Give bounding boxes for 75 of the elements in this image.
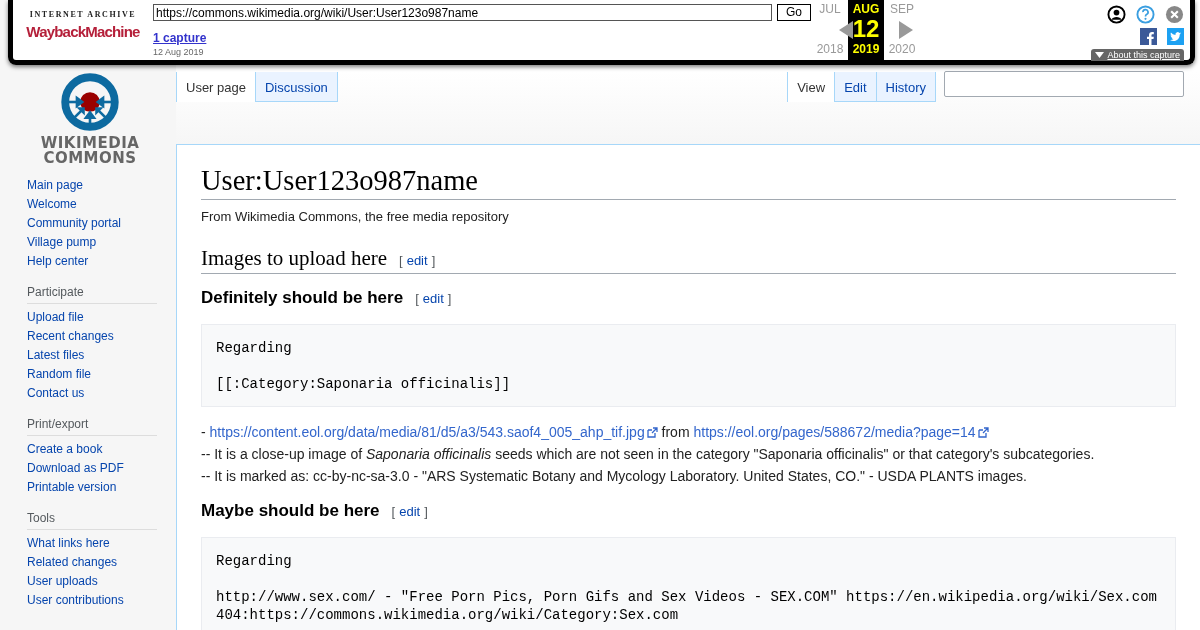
user-icon[interactable] bbox=[1107, 5, 1126, 24]
close-icon[interactable] bbox=[1165, 5, 1184, 24]
sidebar-link[interactable]: Help center bbox=[27, 252, 89, 271]
edit-bracket: [ bbox=[399, 253, 403, 268]
sidebar-heading: Tools bbox=[27, 511, 157, 530]
next-arrow-icon[interactable] bbox=[899, 21, 913, 39]
edit-bracket: [ bbox=[415, 291, 419, 306]
calendar-month: AUG bbox=[852, 2, 880, 16]
view-tab[interactable]: History bbox=[876, 72, 936, 102]
about-capture-tab[interactable]: About this capture bbox=[1091, 49, 1184, 61]
sidebar-link[interactable]: Contact us bbox=[27, 384, 85, 403]
facebook-icon[interactable] bbox=[1140, 28, 1157, 45]
subsection-heading: Definitely should be here bbox=[201, 288, 404, 308]
sidebar-link[interactable]: Random file bbox=[27, 365, 92, 384]
caret-icon bbox=[1095, 52, 1105, 58]
edit-link[interactable]: edit bbox=[406, 253, 428, 268]
edit-bracket: ] bbox=[431, 253, 436, 268]
search-field[interactable] bbox=[944, 71, 1184, 97]
edit-bracket: ] bbox=[424, 504, 428, 519]
previous-arrow-icon[interactable] bbox=[839, 21, 853, 39]
calendar-month: SEP bbox=[890, 2, 914, 16]
sidebar-link[interactable]: Printable version bbox=[27, 478, 117, 497]
sidebar-link[interactable]: Community portal bbox=[27, 214, 122, 233]
captures-link[interactable]: 1 capture bbox=[153, 31, 207, 45]
sidebar-link[interactable]: Create a book bbox=[27, 440, 103, 459]
code-block: Regarding http://www.sex.com/ - "Free Porn Pics, Porn Gifs and Sex Videos - SEX.COM" https://en.wikipedia.org/wiki/Sex.com 404:https://commons.wikimedia.org/wiki/Category:Sex.com bbox=[201, 537, 1176, 630]
sidebar-link[interactable]: What links here bbox=[27, 534, 110, 553]
external-link[interactable]: https://eol.org/pages/588672/media?page=14 bbox=[693, 424, 989, 440]
edit-bracket: [ bbox=[391, 504, 396, 519]
twitter-icon[interactable] bbox=[1167, 28, 1184, 45]
subsection-heading: Maybe should be here bbox=[201, 501, 380, 521]
calendar-column[interactable]: AUG 12 2019 bbox=[848, 0, 884, 60]
sidebar-link[interactable]: Upload file bbox=[27, 308, 84, 327]
sidebar-link[interactable]: Welcome bbox=[27, 195, 77, 214]
edit-link[interactable]: edit bbox=[422, 291, 444, 306]
sidebar-heading: Participate bbox=[27, 285, 157, 304]
edit-bracket: ] bbox=[447, 291, 452, 306]
tagline: From Wikimedia Commons, the free media repository bbox=[201, 209, 510, 224]
logo-text: COMMONS bbox=[43, 151, 137, 166]
section-heading: Images to upload here bbox=[201, 246, 388, 271]
wayback-logo-caption: INTERNET ARCHIVE bbox=[29, 10, 137, 19]
sidebar-link[interactable]: User uploads bbox=[27, 572, 98, 591]
external-link-icon bbox=[977, 427, 989, 438]
sidebar-link[interactable]: User contributions bbox=[27, 591, 124, 610]
sidebar-link[interactable]: Download as PDF bbox=[27, 459, 124, 478]
page-tab[interactable]: User page bbox=[177, 72, 256, 102]
capture-date: 12 Aug 2019 bbox=[153, 47, 205, 57]
sidebar-link[interactable]: Main page bbox=[27, 176, 84, 195]
external-link[interactable]: https://content.eol.org/data/media/81/d5/a3/543.saof4_005_ahp_tif.jpg bbox=[209, 424, 658, 440]
paragraph: -- It is a close-up image of Saponaria officinalis seeds which are not seen in the category "Saponaria officinalis" or that category's subcategories. bbox=[201, 445, 1096, 464]
sidebar-link[interactable]: Recent changes bbox=[27, 327, 114, 346]
view-tab[interactable]: Edit bbox=[835, 72, 877, 102]
calendar-month: JUL bbox=[819, 2, 841, 16]
code-block: Regarding [[:Category:Saponaria officinalis]] bbox=[201, 324, 1176, 407]
url-field[interactable]: https://commons.wikimedia.org/wiki/User:User123o987name bbox=[153, 4, 772, 21]
page-title: User:User123o987name bbox=[201, 165, 1176, 200]
view-tab[interactable]: View bbox=[788, 72, 836, 102]
calendar-year: 2020 bbox=[888, 42, 916, 56]
logo-text: WIKIMEDIA bbox=[40, 136, 140, 151]
paragraph: - https://content.eol.org/data/media/81/d5/a3/543.saof4_005_ahp_tif.jpg from https://eol.org/pages/588672/media?page=14 bbox=[201, 421, 1176, 443]
sidebar-link[interactable]: Related changes bbox=[27, 553, 118, 572]
calendar-day: 12 bbox=[852, 16, 880, 42]
external-link-icon bbox=[646, 427, 658, 438]
logo-icon[interactable] bbox=[60, 72, 120, 132]
paragraph: -- It is marked as: cc-by-nc-sa-3.0 - "ARS Systematic Botany and Mycology Laboratory. United States, CO." - USDA PLANTS images. bbox=[201, 467, 1028, 486]
help-icon[interactable] bbox=[1136, 5, 1155, 24]
sidebar-link[interactable]: Village pump bbox=[27, 233, 97, 252]
wayback-logo[interactable]: WaybackMachine bbox=[26, 23, 140, 40]
go-button[interactable]: Go bbox=[777, 4, 811, 21]
sidebar-heading: Print/export bbox=[27, 417, 157, 436]
sidebar-link[interactable]: Latest files bbox=[27, 346, 85, 365]
calendar-year: 2018 bbox=[816, 42, 844, 56]
edit-link[interactable]: edit bbox=[399, 504, 421, 519]
calendar-year: 2019 bbox=[852, 42, 880, 56]
page-tab[interactable]: Discussion bbox=[256, 72, 338, 102]
